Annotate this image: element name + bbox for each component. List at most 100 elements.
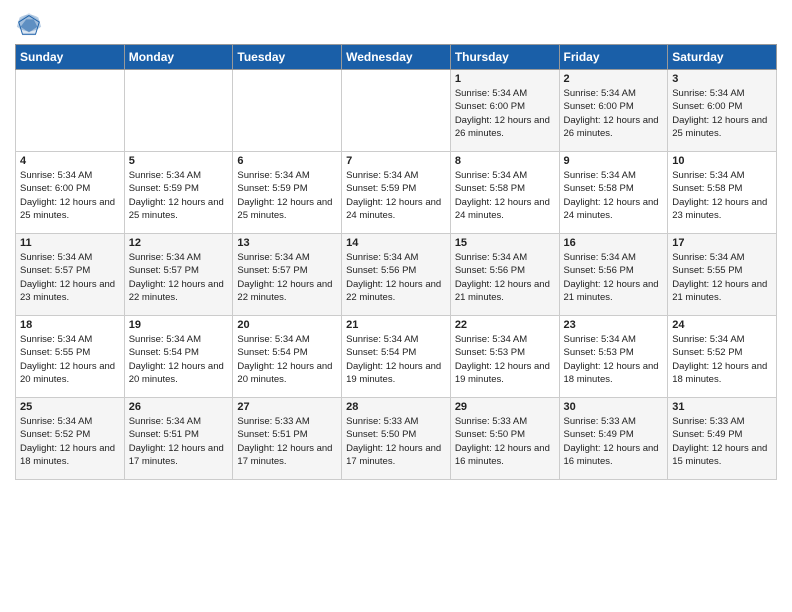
day-cell: 6 Sunrise: 5:34 AM Sunset: 5:59 PM Daylig… — [233, 152, 342, 234]
day-detail: Sunrise: 5:34 AM Sunset: 5:59 PM Dayligh… — [237, 170, 332, 221]
day-cell — [16, 70, 125, 152]
day-detail: Sunrise: 5:33 AM Sunset: 5:49 PM Dayligh… — [672, 416, 767, 467]
day-cell: 1Sunrise: 5:34 AM Sunset: 6:00 PM Daylig… — [450, 70, 559, 152]
day-number: 10 — [672, 155, 772, 167]
day-detail: Sunrise: 5:34 AM Sunset: 5:51 PM Dayligh… — [129, 416, 224, 467]
day-cell: 5 Sunrise: 5:34 AM Sunset: 5:59 PM Daylig… — [124, 152, 233, 234]
day-cell: 11 Sunrise: 5:34 AM Sunset: 5:57 PM Dayli… — [16, 234, 125, 316]
day-cell: 18Sunrise: 5:34 AM Sunset: 5:55 PM Dayli… — [16, 316, 125, 398]
day-number: 21 — [346, 319, 446, 331]
day-detail: Sunrise: 5:34 AM Sunset: 5:53 PM Dayligh… — [455, 334, 550, 385]
day-number: 31 — [672, 401, 772, 413]
day-cell: 24 Sunrise: 5:34 AM Sunset: 5:52 PM Dayli… — [668, 316, 777, 398]
day-number: 30 — [564, 401, 664, 413]
day-cell: 26 Sunrise: 5:34 AM Sunset: 5:51 PM Dayli… — [124, 398, 233, 480]
day-number: 26 — [129, 401, 229, 413]
day-cell: 8 Sunrise: 5:34 AM Sunset: 5:58 PM Daylig… — [450, 152, 559, 234]
header-day-saturday: Saturday — [668, 45, 777, 70]
header-day-wednesday: Wednesday — [342, 45, 451, 70]
day-detail: Sunrise: 5:33 AM Sunset: 5:50 PM Dayligh… — [346, 416, 441, 467]
day-cell — [342, 70, 451, 152]
day-number: 5 — [129, 155, 229, 167]
day-cell: 20 Sunrise: 5:34 AM Sunset: 5:54 PM Dayli… — [233, 316, 342, 398]
day-number: 25 — [20, 401, 120, 413]
day-detail: Sunrise: 5:34 AM Sunset: 5:54 PM Dayligh… — [346, 334, 441, 385]
day-number: 24 — [672, 319, 772, 331]
calendar-header: SundayMondayTuesdayWednesdayThursdayFrid… — [16, 45, 777, 70]
day-detail: Sunrise: 5:34 AM Sunset: 6:00 PM Dayligh… — [455, 88, 550, 139]
day-cell — [233, 70, 342, 152]
day-cell: 12 Sunrise: 5:34 AM Sunset: 5:57 PM Dayli… — [124, 234, 233, 316]
week-row-3: 18Sunrise: 5:34 AM Sunset: 5:55 PM Dayli… — [16, 316, 777, 398]
day-cell: 22 Sunrise: 5:34 AM Sunset: 5:53 PM Dayli… — [450, 316, 559, 398]
day-cell: 7 Sunrise: 5:34 AM Sunset: 5:59 PM Daylig… — [342, 152, 451, 234]
day-cell: 31 Sunrise: 5:33 AM Sunset: 5:49 PM Dayli… — [668, 398, 777, 480]
day-number: 8 — [455, 155, 555, 167]
day-detail: Sunrise: 5:34 AM Sunset: 5:58 PM Dayligh… — [455, 170, 550, 221]
header-day-monday: Monday — [124, 45, 233, 70]
day-detail: Sunrise: 5:34 AM Sunset: 5:57 PM Dayligh… — [129, 252, 224, 303]
day-cell: 15 Sunrise: 5:34 AM Sunset: 5:56 PM Dayli… — [450, 234, 559, 316]
day-detail: Sunrise: 5:34 AM Sunset: 5:56 PM Dayligh… — [564, 252, 659, 303]
day-number: 23 — [564, 319, 664, 331]
day-detail: Sunrise: 5:34 AM Sunset: 5:57 PM Dayligh… — [20, 252, 115, 303]
day-number: 12 — [129, 237, 229, 249]
week-row-4: 25Sunrise: 5:34 AM Sunset: 5:52 PM Dayli… — [16, 398, 777, 480]
day-number: 2 — [564, 73, 664, 85]
day-detail: Sunrise: 5:34 AM Sunset: 5:56 PM Dayligh… — [455, 252, 550, 303]
day-cell: 16 Sunrise: 5:34 AM Sunset: 5:56 PM Dayli… — [559, 234, 668, 316]
day-cell: 21 Sunrise: 5:34 AM Sunset: 5:54 PM Dayli… — [342, 316, 451, 398]
day-detail: Sunrise: 5:33 AM Sunset: 5:51 PM Dayligh… — [237, 416, 332, 467]
day-cell: 28 Sunrise: 5:33 AM Sunset: 5:50 PM Dayli… — [342, 398, 451, 480]
day-detail: Sunrise: 5:34 AM Sunset: 5:59 PM Dayligh… — [129, 170, 224, 221]
day-cell: 25Sunrise: 5:34 AM Sunset: 5:52 PM Dayli… — [16, 398, 125, 480]
day-cell: 23 Sunrise: 5:34 AM Sunset: 5:53 PM Dayli… — [559, 316, 668, 398]
day-cell: 4Sunrise: 5:34 AM Sunset: 6:00 PM Daylig… — [16, 152, 125, 234]
logo — [15, 10, 47, 38]
day-number: 17 — [672, 237, 772, 249]
day-number: 19 — [129, 319, 229, 331]
day-cell: 13 Sunrise: 5:34 AM Sunset: 5:57 PM Dayli… — [233, 234, 342, 316]
day-cell: 19Sunrise: 5:34 AM Sunset: 5:54 PM Dayli… — [124, 316, 233, 398]
day-detail: Sunrise: 5:34 AM Sunset: 6:00 PM Dayligh… — [564, 88, 659, 139]
day-cell: 30 Sunrise: 5:33 AM Sunset: 5:49 PM Dayli… — [559, 398, 668, 480]
day-detail: Sunrise: 5:34 AM Sunset: 5:56 PM Dayligh… — [346, 252, 441, 303]
day-detail: Sunrise: 5:33 AM Sunset: 5:49 PM Dayligh… — [564, 416, 659, 467]
day-detail: Sunrise: 5:34 AM Sunset: 5:58 PM Dayligh… — [564, 170, 659, 221]
day-number: 6 — [237, 155, 337, 167]
header — [15, 10, 777, 38]
day-detail: Sunrise: 5:34 AM Sunset: 5:57 PM Dayligh… — [237, 252, 332, 303]
day-number: 27 — [237, 401, 337, 413]
header-day-friday: Friday — [559, 45, 668, 70]
calendar-body: 1Sunrise: 5:34 AM Sunset: 6:00 PM Daylig… — [16, 70, 777, 480]
day-cell: 14Sunrise: 5:34 AM Sunset: 5:56 PM Dayli… — [342, 234, 451, 316]
day-cell: 29Sunrise: 5:33 AM Sunset: 5:50 PM Dayli… — [450, 398, 559, 480]
day-detail: Sunrise: 5:34 AM Sunset: 5:54 PM Dayligh… — [237, 334, 332, 385]
header-day-thursday: Thursday — [450, 45, 559, 70]
logo-icon — [15, 10, 43, 38]
week-row-2: 11 Sunrise: 5:34 AM Sunset: 5:57 PM Dayli… — [16, 234, 777, 316]
day-detail: Sunrise: 5:33 AM Sunset: 5:50 PM Dayligh… — [455, 416, 550, 467]
header-day-sunday: Sunday — [16, 45, 125, 70]
day-number: 16 — [564, 237, 664, 249]
day-number: 22 — [455, 319, 555, 331]
day-number: 20 — [237, 319, 337, 331]
day-number: 15 — [455, 237, 555, 249]
week-row-0: 1Sunrise: 5:34 AM Sunset: 6:00 PM Daylig… — [16, 70, 777, 152]
day-detail: Sunrise: 5:34 AM Sunset: 6:00 PM Dayligh… — [20, 170, 115, 221]
calendar-table: SundayMondayTuesdayWednesdayThursdayFrid… — [15, 44, 777, 480]
day-cell: 10Sunrise: 5:34 AM Sunset: 5:58 PM Dayli… — [668, 152, 777, 234]
day-number: 11 — [20, 237, 120, 249]
day-number: 13 — [237, 237, 337, 249]
calendar-container: SundayMondayTuesdayWednesdayThursdayFrid… — [0, 0, 792, 612]
header-row: SundayMondayTuesdayWednesdayThursdayFrid… — [16, 45, 777, 70]
day-number: 28 — [346, 401, 446, 413]
day-detail: Sunrise: 5:34 AM Sunset: 5:59 PM Dayligh… — [346, 170, 441, 221]
day-detail: Sunrise: 5:34 AM Sunset: 5:52 PM Dayligh… — [672, 334, 767, 385]
day-number: 7 — [346, 155, 446, 167]
day-cell: 3Sunrise: 5:34 AM Sunset: 6:00 PM Daylig… — [668, 70, 777, 152]
day-cell: 27 Sunrise: 5:33 AM Sunset: 5:51 PM Dayli… — [233, 398, 342, 480]
day-detail: Sunrise: 5:34 AM Sunset: 5:53 PM Dayligh… — [564, 334, 659, 385]
week-row-1: 4Sunrise: 5:34 AM Sunset: 6:00 PM Daylig… — [16, 152, 777, 234]
day-cell: 9Sunrise: 5:34 AM Sunset: 5:58 PM Daylig… — [559, 152, 668, 234]
